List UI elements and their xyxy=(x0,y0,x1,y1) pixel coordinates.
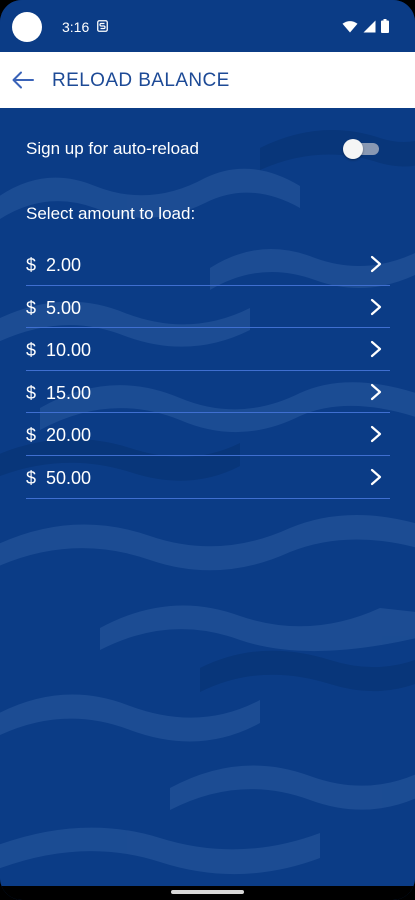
notification-circle-icon xyxy=(12,12,42,42)
back-button[interactable] xyxy=(8,64,40,96)
chevron-right-icon xyxy=(370,255,382,273)
chevron-right-icon xyxy=(370,298,382,315)
amount-option[interactable]: $ 2.00 xyxy=(26,243,390,286)
chevron-right-icon xyxy=(370,341,382,358)
amount-label: $ 50.00 xyxy=(26,467,92,488)
auto-reload-toggle[interactable] xyxy=(343,139,379,159)
auto-reload-label: Sign up for auto-reload xyxy=(26,139,199,158)
status-bar: 3:16 xyxy=(0,0,415,52)
amount-list: $ 2.00 $ 5.00 $ 10.00 $ 15.00 $ 20.00 $ xyxy=(26,243,390,499)
chevron-right-icon xyxy=(370,426,382,443)
amount-label: $ 10.00 xyxy=(26,340,92,361)
amount-option[interactable]: $ 20.00 xyxy=(26,413,390,456)
chevron-right-icon xyxy=(370,383,382,400)
page-title: RELOAD BALANCE xyxy=(52,70,230,91)
select-amount-label: Select amount to load: xyxy=(26,204,196,223)
toggle-thumb xyxy=(343,139,363,159)
amount-label: $ 5.00 xyxy=(26,297,82,318)
reload-content: Sign up for auto-reload Select amount to… xyxy=(0,108,415,886)
amount-label: $ 2.00 xyxy=(26,255,82,275)
amount-label: $ 15.00 xyxy=(26,382,92,403)
wifi-icon xyxy=(342,20,358,32)
amount-option[interactable]: $ 50.00 xyxy=(26,456,390,499)
s-notification-icon xyxy=(97,20,108,32)
amount-option[interactable]: $ 10.00 xyxy=(26,328,390,371)
navigation-bar xyxy=(0,886,415,900)
amount-option[interactable]: $ 15.00 xyxy=(26,371,390,414)
amount-label: $ 20.00 xyxy=(26,425,92,446)
chevron-right-icon xyxy=(370,468,382,486)
arrow-left-icon xyxy=(12,71,34,89)
amount-option[interactable]: $ 5.00 xyxy=(26,286,390,329)
status-icons xyxy=(342,19,389,33)
app-bar: RELOAD BALANCE xyxy=(0,52,415,108)
home-gesture-handle[interactable] xyxy=(171,890,244,894)
status-time: 3:16 xyxy=(62,19,90,35)
phone-screen: 3:16 RELOAD BALANCE Sign up for auto-rel… xyxy=(0,0,415,900)
cellular-signal-icon xyxy=(363,20,376,32)
battery-icon xyxy=(381,19,389,33)
